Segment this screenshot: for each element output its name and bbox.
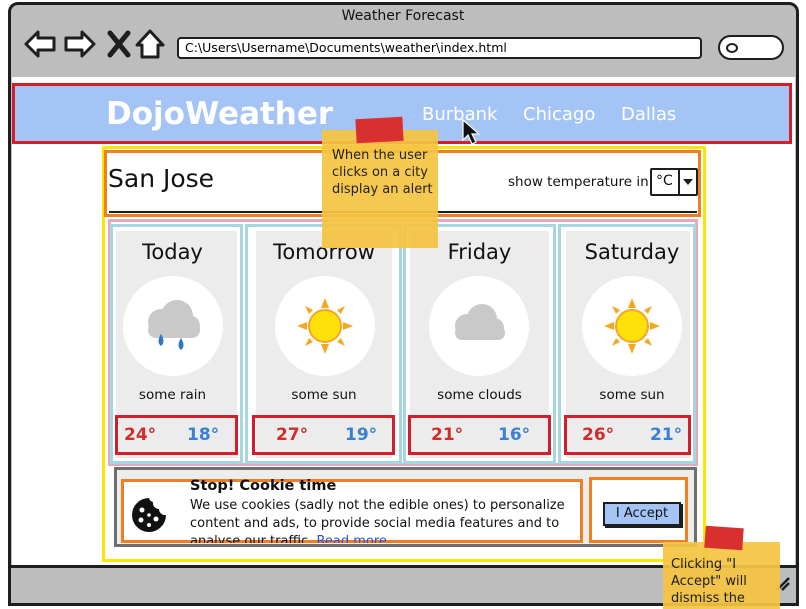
chevron-down-icon[interactable] <box>682 177 694 187</box>
tape-strip <box>704 525 744 551</box>
cookie-title: Stop! Cookie time <box>190 478 337 494</box>
high-temperature: 24° <box>124 425 157 445</box>
window-title: Weather Forecast <box>341 8 465 24</box>
weather-icon-circle <box>123 276 223 376</box>
search-box[interactable] <box>718 35 784 60</box>
weather-icon-circle <box>582 276 682 376</box>
weather-icon-circle <box>275 276 375 376</box>
sun-icon <box>297 298 353 354</box>
select-divider <box>678 168 680 196</box>
high-temperature: 27° <box>276 425 309 445</box>
cookie-icon <box>132 498 166 532</box>
nav-city-dallas[interactable]: Dallas <box>621 104 676 125</box>
forward-arrow-icon[interactable] <box>62 26 98 62</box>
weather-icon-circle <box>429 276 529 376</box>
logo: DojoWeather <box>106 96 334 132</box>
sticky-note-city-click: When the user clicks on a city display a… <box>322 130 438 248</box>
forecast-description: some sun <box>599 387 665 403</box>
temperature-unit-label: show temperature in <box>508 174 649 190</box>
rain-cloud-icon <box>148 300 200 350</box>
forecast-description: some sun <box>291 387 357 403</box>
cookie-text: We use cookies (sadly not the edible one… <box>190 497 575 543</box>
forecast-description: some rain <box>138 387 207 403</box>
page-title: San Jose <box>108 164 215 193</box>
search-icon <box>726 43 738 53</box>
low-temperature: 16° <box>498 425 531 445</box>
read-more-link[interactable]: Read more <box>316 534 386 543</box>
sticky-note-accept-click: Clicking "I Accept" will dismiss the <box>663 542 780 609</box>
temperature-unit-value: °C <box>656 173 673 189</box>
back-arrow-icon[interactable] <box>22 26 58 62</box>
high-temperature: 21° <box>431 425 464 445</box>
address-bar[interactable]: C:\Users\Username\Documents\weather\inde… <box>177 37 702 59</box>
cloud-icon <box>455 304 505 340</box>
low-temperature: 19° <box>345 425 378 445</box>
forecast-day: Saturday <box>584 240 680 264</box>
sun-icon <box>604 298 660 354</box>
accept-cookies-button[interactable]: I Accept <box>603 502 681 526</box>
tape-strip <box>355 116 404 144</box>
sticky-note-text: Clicking "I Accept" will dismiss the <box>671 557 747 606</box>
forecast-day: Today <box>142 240 203 264</box>
nav-city-chicago[interactable]: Chicago <box>523 104 595 125</box>
low-temperature: 21° <box>650 425 683 445</box>
high-temperature: 26° <box>582 425 615 445</box>
forecast-description: some clouds <box>437 387 522 403</box>
home-icon[interactable] <box>132 26 168 62</box>
low-temperature: 18° <box>187 425 220 445</box>
mouse-pointer-icon <box>462 118 481 145</box>
nav-city-burbank[interactable]: Burbank <box>422 104 497 125</box>
